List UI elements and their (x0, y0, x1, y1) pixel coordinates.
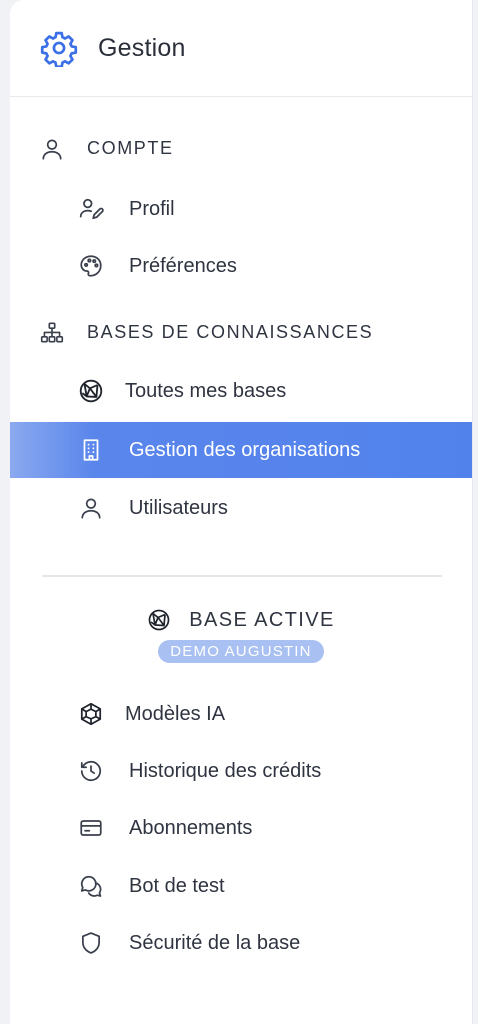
page-title: Gestion (98, 33, 186, 62)
sidebar-item-profil[interactable]: Profil (10, 181, 472, 237)
sidebar: Gestion COMPTE Profil Préférences BASES … (10, 0, 473, 1024)
section-label-bases: BASES DE CONNAISSANCES (87, 321, 374, 342)
active-base-block: BASE ACTIVE DEMO AUGUSTIN (10, 604, 472, 663)
sidebar-item-label: Profil (129, 197, 175, 220)
sidebar-item-label: Gestion des organisations (129, 438, 361, 461)
sidebar-item-bot-de-test[interactable]: Bot de test (10, 858, 472, 914)
active-base-label: BASE ACTIVE (189, 608, 335, 631)
sidebar-item-toutes-mes-bases[interactable]: Toutes mes bases (10, 363, 472, 419)
sidebar-item-utilisateurs[interactable]: Utilisateurs (10, 480, 472, 536)
sidebar-item-historique-des-credits[interactable]: Historique des crédits (10, 743, 472, 799)
sidebar-item-label: Historique des crédits (129, 759, 322, 782)
sidebar-item-modeles-ia[interactable]: Modèles IA (10, 686, 472, 742)
cube-network-icon (78, 701, 104, 727)
sidebar-item-label: Modèles IA (125, 702, 226, 725)
sidebar-item-preferences[interactable]: Préférences (10, 238, 472, 294)
section-bases: BASES DE CONNAISSANCES (10, 312, 472, 352)
network-ball-icon (78, 378, 104, 404)
sidebar-item-label: Toutes mes bases (125, 379, 287, 402)
section-compte: COMPTE (10, 128, 472, 168)
building-icon (78, 437, 104, 463)
active-base-badge: DEMO AUGUSTIN (158, 640, 324, 663)
sidebar-item-label: Sécurité de la base (129, 931, 301, 954)
divider (42, 575, 442, 577)
sidebar-item-label: Utilisateurs (129, 496, 228, 519)
sitemap-icon (39, 320, 65, 346)
sidebar-item-label: Bot de test (129, 874, 225, 897)
sidebar-header: Gestion (10, 0, 472, 97)
gear-icon (40, 29, 78, 67)
history-icon (78, 758, 104, 784)
section-label-compte: COMPTE (87, 137, 174, 158)
sidebar-item-gestion-des-organisations[interactable]: Gestion des organisations (10, 422, 472, 478)
sidebar-item-abonnements[interactable]: Abonnements (10, 800, 472, 856)
credit-card-icon (78, 815, 104, 841)
user-icon (39, 136, 65, 162)
shield-icon (78, 930, 104, 956)
sidebar-item-label: Abonnements (129, 816, 253, 839)
palette-icon (78, 253, 104, 279)
chat-bubbles-icon (78, 873, 104, 899)
network-ball-icon (147, 608, 171, 632)
user-icon (78, 495, 104, 521)
user-edit-icon (78, 196, 104, 222)
sidebar-item-securite-de-la-base[interactable]: Sécurité de la base (10, 915, 472, 971)
sidebar-item-label: Préférences (129, 254, 237, 277)
